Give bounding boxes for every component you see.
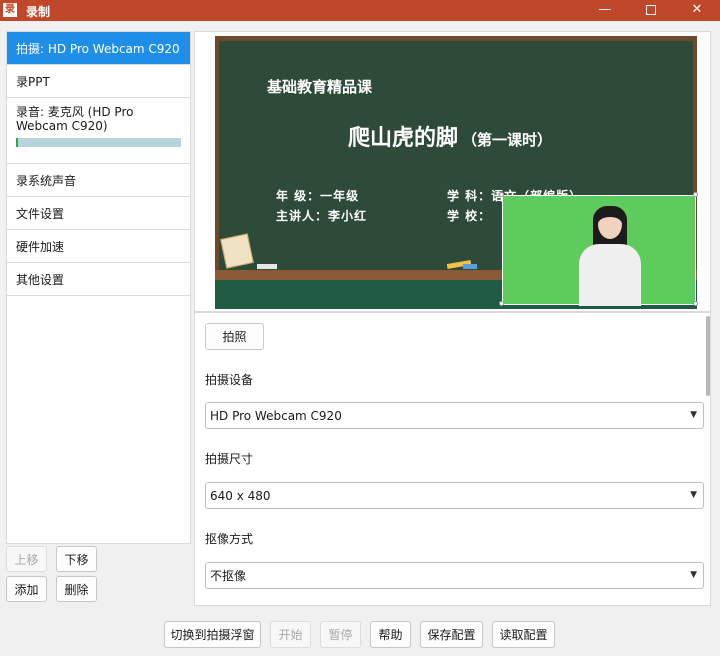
school-line: 学 校： [447,209,492,223]
resize-handle[interactable] [693,192,698,197]
move-down-button[interactable]: 下移 [56,546,97,572]
lesson-title: 爬山虎的脚 （第一课时） [348,120,552,152]
video-preview: 基础教育精品课 爬山虎的脚（第一课时） 年 级：一年级 学 科：语文（部编版） … [194,31,711,312]
help-button[interactable]: 帮助 [370,621,411,648]
chevron-down-icon: ▼ [690,410,697,420]
size-label: 拍摄尺寸 [205,452,254,466]
lesson-title-text: 爬山虎的脚 [348,126,459,151]
size-value: 640 x 480 [210,488,271,503]
title-bar: 录 录制 — ✕ [0,0,720,21]
pause-button[interactable]: 暂停 [320,621,361,648]
keying-select[interactable]: 不抠像 ▼ [205,562,704,589]
keying-label: 抠像方式 [205,532,254,546]
switch-float-button[interactable]: 切换到拍摄浮窗 [164,621,261,648]
chevron-down-icon: ▼ [690,490,697,500]
window-title: 录制 [26,5,51,19]
sidebar-item-microphone[interactable]: 录音: 麦克风 (HD Pro Webcam C920) [7,98,190,164]
snapshot-button[interactable]: 拍照 [205,323,264,350]
delete-button[interactable]: 删除 [56,576,97,602]
teacher-line: 主讲人：李小红 [276,209,368,223]
sidebar-item-camera[interactable]: 拍摄: HD Pro Webcam C920 [7,32,190,65]
close-icon[interactable]: ✕ [674,0,720,21]
sidebar: 拍摄: HD Pro Webcam C920 录PPT 录音: 麦克风 (HD … [6,31,191,544]
presenter-body [579,244,641,306]
size-select[interactable]: 640 x 480 ▼ [205,482,704,509]
sidebar-item-label: 录音: 麦克风 (HD Pro Webcam C920) [16,105,134,133]
chevron-down-icon: ▼ [690,570,697,580]
grade-line: 年 级：一年级 [276,189,360,203]
vertical-scrollbar[interactable] [706,316,710,396]
webcam-overlay[interactable] [502,195,696,306]
device-value: HD Pro Webcam C920 [210,408,342,423]
sidebar-item-other-settings[interactable]: 其他设置 [7,263,190,296]
move-up-button[interactable]: 上移 [6,546,47,572]
device-label: 拍摄设备 [205,373,254,387]
keying-value: 不抠像 [210,569,247,583]
chalk-piece [463,264,477,269]
scroll-illustration [220,233,254,269]
mic-level-fill [16,138,18,147]
app-icon: 录 [3,3,17,17]
sidebar-item-record-ppt[interactable]: 录PPT [7,65,190,98]
add-button[interactable]: 添加 [6,576,47,602]
resize-handle[interactable] [499,301,504,306]
mic-level-meter [16,138,181,147]
sidebar-item-hw-accel[interactable]: 硬件加速 [7,230,190,263]
chalk-piece [257,264,277,269]
sidebar-item-system-audio[interactable]: 录系统声音 [7,164,190,197]
start-button[interactable]: 开始 [270,621,311,648]
minimize-icon[interactable]: — [582,0,628,21]
sidebar-item-file-settings[interactable]: 文件设置 [7,197,190,230]
resize-handle[interactable] [499,192,504,197]
load-config-button[interactable]: 读取配置 [492,621,555,648]
course-subtitle: 基础教育精品课 [267,78,373,96]
presenter-head [598,209,622,239]
save-config-button[interactable]: 保存配置 [420,621,483,648]
settings-panel: 拍照 拍摄设备 HD Pro Webcam C920 ▼ 拍摄尺寸 640 x … [194,312,711,606]
lesson-title-suffix: （第一课时） [462,131,553,149]
device-select[interactable]: HD Pro Webcam C920 ▼ [205,402,704,429]
resize-handle[interactable] [693,301,698,306]
maximize-icon[interactable] [628,0,674,21]
